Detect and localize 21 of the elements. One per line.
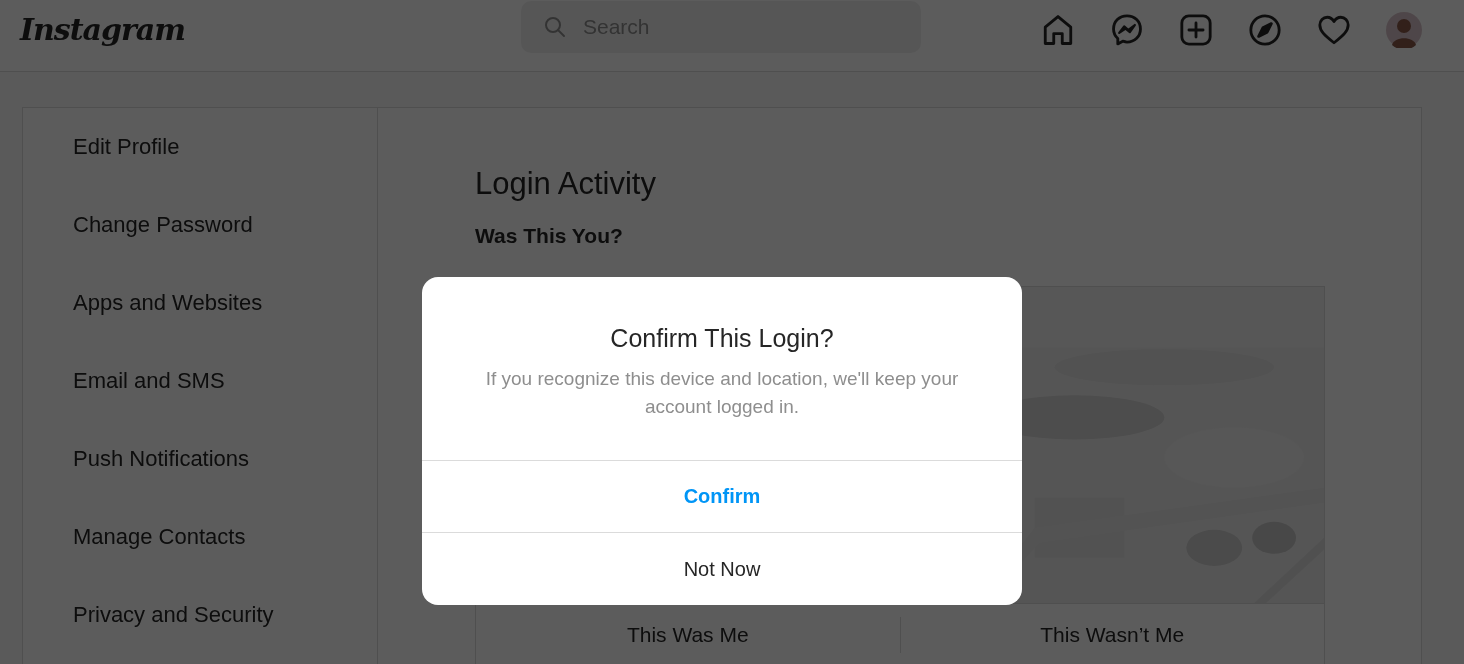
sidebar-item[interactable]: Privacy and Security [23, 602, 377, 664]
new-post-icon[interactable] [1179, 12, 1213, 47]
logo[interactable]: Instagram [20, 12, 521, 47]
sidebar-item[interactable]: Apps and Websites [23, 290, 377, 368]
action-button[interactable]: This Was Me [476, 604, 900, 664]
avatar-icon[interactable] [1386, 11, 1422, 48]
sidebar-item[interactable]: Change Password [23, 212, 377, 290]
compass-icon[interactable] [1248, 12, 1282, 47]
messenger-icon[interactable] [1110, 12, 1144, 47]
page-title: Login Activity [475, 166, 657, 202]
sidebar-item[interactable]: Edit Profile [23, 134, 377, 212]
sidebar-item[interactable]: Email and SMS [23, 368, 377, 446]
dialog-message: If you recognize this device and location, we'll keep your account logged in. [484, 367, 960, 419]
confirm-button[interactable]: Confirm [422, 461, 1022, 533]
dismiss-button[interactable]: Not Now [422, 533, 1022, 605]
sidebar-item[interactable]: Push Notifications [23, 446, 377, 524]
sidebar-item[interactable]: Manage Contacts [23, 524, 377, 602]
dialog-title: Confirm This Login? [609, 323, 835, 353]
home-icon[interactable] [1041, 12, 1075, 47]
section-heading: Was This You? [475, 223, 624, 249]
action-button[interactable]: This Wasn’t Me [900, 604, 1324, 664]
